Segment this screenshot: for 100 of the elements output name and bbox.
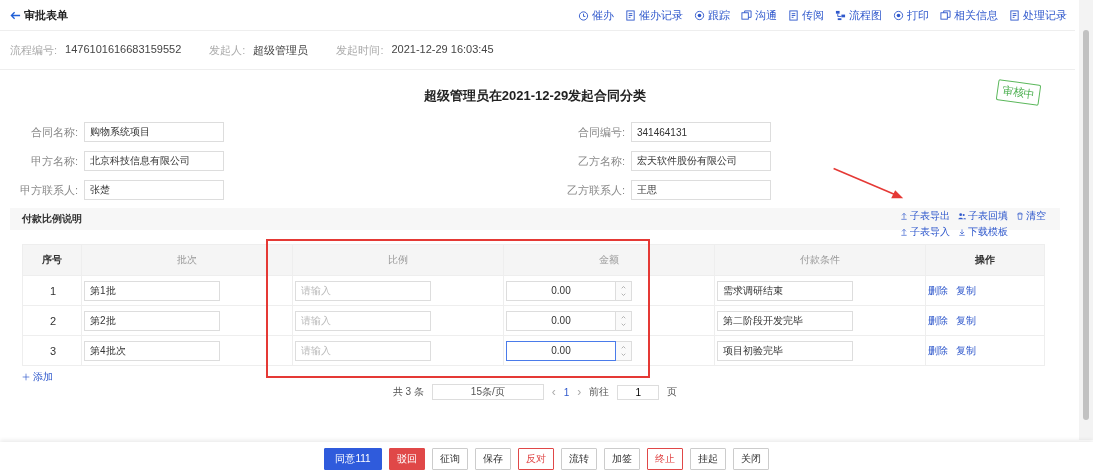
back-link[interactable]: 审批表单 (10, 7, 68, 23)
column-header: 操作 (925, 244, 1045, 276)
row-action-link[interactable]: 删除 (928, 344, 948, 356)
input-field[interactable]: 项目初验完毕 (717, 340, 853, 361)
section-title: 付款比例说明 (22, 212, 82, 226)
row-action-link[interactable]: 删除 (928, 314, 948, 326)
meta-value: 1476101616683159552 (65, 42, 182, 57)
document-icon (1009, 9, 1020, 21)
input-field[interactable]: 购物系统项目 (84, 122, 224, 142)
clock-icon (578, 9, 589, 21)
upload-icon (900, 228, 908, 236)
input-field[interactable]: 第二阶段开发完毕 (717, 310, 853, 331)
input-field[interactable]: 王思 (631, 180, 771, 200)
input-field[interactable]: 请输入 (295, 280, 431, 301)
input-field[interactable]: 请输入 (295, 310, 431, 331)
action-button[interactable]: 终止 (646, 448, 683, 470)
total-count: 共 3 条 (392, 385, 424, 399)
toolbar-action[interactable]: 沟通 (741, 7, 777, 23)
column-header: 比例 (292, 244, 504, 276)
toolbar-link[interactable]: 子表导出 (900, 209, 950, 223)
input-field[interactable]: 请输入 (295, 340, 431, 361)
table-cell: 2 (22, 305, 82, 336)
scrollbar-thumb[interactable] (1083, 30, 1089, 420)
toolbar-action[interactable]: 打印 (893, 7, 929, 23)
column-header: 金额 (503, 244, 715, 276)
action-button[interactable]: 征询 (431, 448, 468, 470)
document-icon (788, 9, 799, 21)
field-label: 乙方名称: (576, 153, 625, 169)
action-button[interactable]: 流转 (560, 448, 597, 470)
number-field[interactable]: 0.00 (506, 310, 616, 331)
action-button[interactable]: 驳回 (388, 448, 425, 470)
meta-label: 发起人: (209, 42, 246, 58)
toolbar-action[interactable]: 催办 (578, 7, 614, 23)
input-field[interactable]: 第1批 (84, 280, 220, 301)
input-field[interactable]: 张楚 (84, 180, 224, 200)
toolbar-link[interactable]: 下载模板 (958, 225, 1008, 239)
column-header: 批次 (81, 244, 293, 276)
meta-value: 超级管理员 (253, 42, 309, 58)
add-row-link[interactable]: 添加 (22, 370, 1060, 384)
input-field[interactable]: 341464131 (631, 122, 771, 142)
chat-icon (741, 9, 752, 21)
meta-label: 发起时间: (336, 42, 384, 58)
toolbar-link[interactable]: 子表回填 (958, 209, 1008, 223)
chat-icon (940, 9, 951, 21)
plus-icon (22, 373, 30, 381)
page-number[interactable]: 1 (563, 386, 570, 398)
document-icon (625, 9, 636, 21)
meta-label: 流程编号: (10, 42, 58, 58)
input-field[interactable]: 宏天软件股份有限公司 (631, 151, 771, 171)
field-label: 合同名称: (29, 124, 78, 140)
export-icon (900, 212, 908, 220)
field-label: 合同编号: (576, 124, 625, 140)
page-input[interactable]: 1 (617, 384, 660, 400)
toolbar-link[interactable]: 子表导入 (900, 225, 950, 239)
input-field[interactable]: 需求调研结束 (717, 280, 853, 301)
toolbar-action[interactable]: 流程图 (835, 7, 882, 23)
row-action-link[interactable]: 复制 (956, 284, 976, 296)
field-label: 甲方名称: (29, 153, 78, 169)
scrollbar[interactable] (1079, 0, 1093, 440)
field-label: 乙方联系人: (565, 182, 625, 198)
table-cell: 1 (22, 275, 82, 306)
back-arrow-icon (10, 9, 21, 21)
field-label: 甲方联系人: (18, 182, 78, 198)
stepper-icon[interactable] (616, 340, 632, 361)
annotation-arrow (832, 166, 904, 200)
row-action-link[interactable]: 复制 (956, 314, 976, 326)
action-button[interactable]: 关闭 (732, 448, 769, 470)
page-unit: 页 (667, 385, 678, 399)
toolbar-action[interactable]: 传阅 (788, 7, 824, 23)
column-header: 付款条件 (714, 244, 926, 276)
goto-label: 前往 (589, 385, 610, 399)
meta-value: 2021-12-29 16:03:45 (391, 42, 494, 57)
toolbar-action[interactable]: 催办记录 (625, 7, 683, 23)
input-field[interactable]: 第2批 (84, 310, 220, 331)
action-button[interactable]: 保存 (474, 448, 511, 470)
row-action-link[interactable]: 复制 (956, 344, 976, 356)
target-icon (694, 9, 705, 21)
row-action-link[interactable]: 删除 (928, 284, 948, 296)
users-icon (958, 212, 966, 220)
number-field[interactable]: 0.00 (506, 280, 616, 301)
trash-icon (1016, 212, 1024, 220)
action-button[interactable]: 加签 (603, 448, 640, 470)
form-title: 超级管理员在2021-12-29发起合同分类 (423, 87, 647, 105)
action-button[interactable]: 同意111 (324, 448, 382, 470)
toolbar-link[interactable]: 清空 (1016, 209, 1046, 223)
download-icon (958, 228, 966, 236)
stepper-icon[interactable] (616, 310, 632, 331)
action-button[interactable]: 反对 (517, 448, 554, 470)
flowchart-icon (835, 9, 846, 21)
toolbar-action[interactable]: 相关信息 (940, 7, 998, 23)
stepper-icon[interactable] (616, 280, 632, 301)
input-field[interactable]: 第4批次 (84, 340, 220, 361)
input-field[interactable]: 北京科技信息有限公司 (84, 151, 224, 171)
number-field[interactable]: 0.00 (506, 340, 616, 361)
column-header: 序号 (22, 244, 82, 276)
page-size-select[interactable]: 15条/页 (431, 384, 544, 400)
toolbar-action[interactable]: 跟踪 (694, 7, 730, 23)
target-icon (893, 9, 904, 21)
action-button[interactable]: 挂起 (689, 448, 726, 470)
toolbar-action[interactable]: 处理记录 (1009, 7, 1067, 23)
